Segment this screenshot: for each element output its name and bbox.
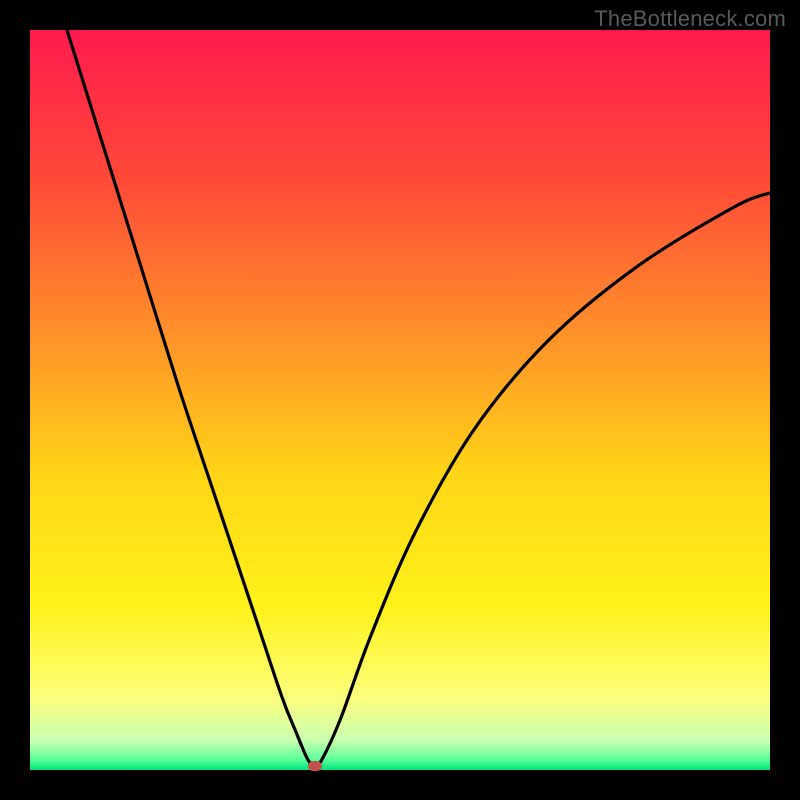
chart-frame [30, 30, 770, 770]
plot-area [30, 30, 770, 770]
watermark-text: TheBottleneck.com [594, 6, 786, 32]
minimum-marker [308, 761, 322, 771]
curve-layer [30, 30, 770, 770]
bottleneck-curve [67, 30, 770, 766]
